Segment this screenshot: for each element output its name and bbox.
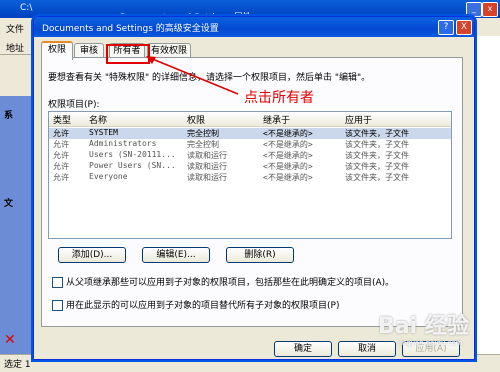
cell-name: Everyone	[89, 172, 128, 181]
annotation-text: 点击所有者	[244, 90, 314, 106]
replace-checkbox[interactable]	[52, 300, 63, 311]
cell-type: 允许	[53, 173, 69, 182]
table-row[interactable]: 允许 Everyone 读取和运行 <不是继承的> 该文件夹，子文件	[49, 172, 451, 183]
inherit-permissions-row[interactable]: 从父项继承那些可以应用到子对象的权限项目，包括那些在此明确定义的项目(A)。	[52, 275, 394, 288]
annotation-arrow	[146, 56, 239, 95]
ok-button[interactable]: 确定	[274, 341, 332, 357]
menu-file[interactable]: 文件	[6, 22, 24, 35]
cell-apply-to: 该文件夹，子文件	[345, 162, 409, 171]
inherit-checkbox[interactable]	[52, 277, 63, 288]
baidu-watermark-logo: Bai 经验	[378, 314, 469, 339]
edit-button[interactable]: 编辑(E)...	[142, 247, 210, 263]
remove-button[interactable]: 删除(R)	[226, 247, 294, 263]
cell-apply-to: 该文件夹，子文件	[345, 151, 409, 160]
status-text: 选定 1	[4, 360, 31, 370]
table-row[interactable]: 允许 Users (SN-20111... 读取和运行 <不是继承的> 该文件夹…	[49, 150, 451, 161]
baidu-watermark-url: jingyan.baidu.com	[398, 339, 463, 347]
delete-icon[interactable]: ✕	[4, 332, 16, 348]
table-row[interactable]: 允许 Administrators 完全控制 <不是继承的> 该文件夹，子文件	[49, 139, 451, 150]
cell-name: Administrators	[89, 139, 157, 148]
cell-apply-to: 该文件夹，子文件	[345, 140, 409, 149]
cell-inherited-from: <不是继承的>	[263, 162, 313, 171]
column-header-name[interactable]: 名称	[89, 113, 107, 126]
cell-apply-to: 该文件夹，子文件	[345, 173, 409, 182]
cancel-button[interactable]: 取消	[338, 341, 396, 357]
cell-permission: 读取和运行	[187, 151, 227, 160]
tab-auditing[interactable]: 审核	[74, 43, 104, 58]
dialog-titlebar: Documents and Settings 的高级安全设置 ? X	[34, 17, 474, 37]
cell-permission: 完全控制	[187, 129, 219, 138]
cell-apply-to: 该文件夹，子文件	[345, 129, 409, 138]
cell-permission: 读取和运行	[187, 173, 227, 182]
close-icon[interactable]: x	[482, 2, 498, 17]
help-icon[interactable]: ?	[438, 20, 454, 35]
table-row[interactable]: 允许 Power Users (SN... 读取和运行 <不是继承的> 该文件夹…	[49, 161, 451, 172]
column-header-inherited-from[interactable]: 继承于	[263, 113, 290, 126]
explorer-task-pane: 系 文 ✕	[0, 96, 34, 354]
task-pane-section[interactable]: 系	[4, 108, 32, 122]
column-header-apply-to[interactable]: 应用于	[345, 113, 372, 126]
cell-type: 允许	[53, 129, 69, 138]
dialog-title: Documents and Settings 的高级安全设置	[42, 24, 219, 34]
cell-type: 允许	[53, 162, 69, 171]
add-button[interactable]: 添加(D)...	[58, 247, 126, 263]
cell-inherited-from: <不是继承的>	[263, 173, 313, 182]
cell-permission: 完全控制	[187, 140, 219, 149]
permission-entries-list[interactable]: 类型 名称 权限 继承于 应用于 允许 SYSTEM 完全控制 <不是继承的> …	[48, 111, 452, 239]
list-header: 类型 名称 权限 继承于 应用于	[49, 112, 451, 127]
replace-permissions-row[interactable]: 用在此显示的可以应用到子对象的项目替代所有子对象的权限项目(P)	[52, 298, 339, 311]
minimize-icon[interactable]: _	[466, 2, 482, 17]
task-pane-section[interactable]: 文	[4, 196, 32, 210]
column-header-permission[interactable]: 权限	[187, 113, 205, 126]
cell-inherited-from: <不是继承的>	[263, 140, 313, 149]
cell-name: SYSTEM	[89, 128, 118, 137]
table-row[interactable]: 允许 SYSTEM 完全控制 <不是继承的> 该文件夹，子文件	[49, 128, 451, 139]
cell-inherited-from: <不是继承的>	[263, 129, 313, 138]
cell-type: 允许	[53, 151, 69, 160]
permission-entries-label: 权限项目(P):	[48, 100, 100, 110]
explorer-title: C:\	[20, 3, 33, 13]
cell-permission: 读取和运行	[187, 162, 227, 171]
inherit-checkbox-label: 从父项继承那些可以应用到子对象的权限项目，包括那些在此明确定义的项目(A)。	[66, 278, 395, 288]
address-label: 地址	[6, 44, 25, 54]
tab-permissions[interactable]: 权限	[41, 41, 73, 60]
column-header-type[interactable]: 类型	[53, 113, 71, 126]
replace-checkbox-label: 用在此显示的可以应用到子对象的项目替代所有子对象的权限项目(P)	[66, 301, 340, 311]
cell-name: Users (SN-20111...	[89, 150, 176, 159]
cell-inherited-from: <不是继承的>	[263, 151, 313, 160]
close-icon[interactable]: X	[456, 20, 472, 35]
cell-name: Power Users (SN...	[89, 161, 176, 170]
cell-type: 允许	[53, 140, 69, 149]
